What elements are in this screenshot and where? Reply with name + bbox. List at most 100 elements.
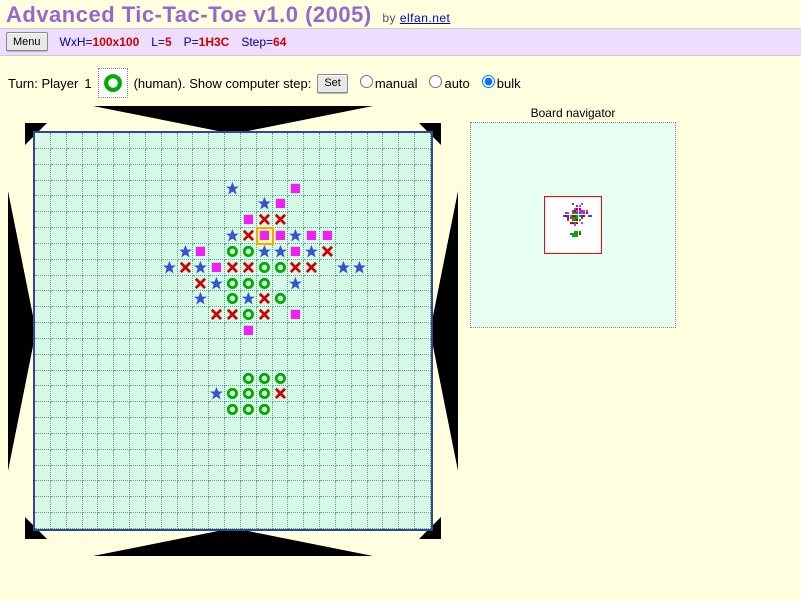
board-cell[interactable] (320, 418, 336, 434)
board-cell[interactable] (225, 291, 241, 307)
board-cell[interactable] (114, 466, 130, 482)
board-cell[interactable] (35, 434, 51, 450)
board-cell[interactable] (178, 402, 194, 418)
board-cell[interactable] (304, 244, 320, 260)
board-cell[interactable] (288, 244, 304, 260)
board-cell[interactable] (304, 371, 320, 387)
board-cell[interactable] (193, 291, 209, 307)
board-cell[interactable] (83, 291, 99, 307)
board-cell[interactable] (209, 133, 225, 149)
board-cell[interactable] (98, 481, 114, 497)
board-cell[interactable] (130, 466, 146, 482)
board-cell[interactable] (67, 212, 83, 228)
board-cell[interactable] (98, 291, 114, 307)
board-cell[interactable] (98, 339, 114, 355)
board-cell[interactable] (257, 386, 273, 402)
board-cell[interactable] (193, 244, 209, 260)
board-cell[interactable] (162, 371, 178, 387)
pan-down-arrow-icon[interactable] (93, 528, 373, 556)
board-cell[interactable] (273, 339, 289, 355)
board-cell[interactable] (83, 260, 99, 276)
board-cell[interactable] (383, 212, 399, 228)
board-cell[interactable] (225, 339, 241, 355)
board-cell[interactable] (415, 260, 431, 276)
board-cell[interactable] (273, 402, 289, 418)
board-cell[interactable] (257, 466, 273, 482)
board-cell[interactable] (225, 418, 241, 434)
board-cell[interactable] (146, 513, 162, 529)
board-cell[interactable] (368, 339, 384, 355)
mode-bulk-radio[interactable] (482, 75, 495, 88)
board-cell[interactable] (320, 339, 336, 355)
board-cell[interactable] (209, 212, 225, 228)
board-cell[interactable] (273, 323, 289, 339)
board-cell[interactable] (162, 481, 178, 497)
board-cell[interactable] (273, 260, 289, 276)
board-cell[interactable] (288, 466, 304, 482)
board-cell[interactable] (368, 196, 384, 212)
board-cell[interactable] (304, 355, 320, 371)
board-cell[interactable] (304, 291, 320, 307)
board-cell[interactable] (178, 434, 194, 450)
board-cell[interactable] (368, 355, 384, 371)
board-cell[interactable] (98, 323, 114, 339)
board-cell[interactable] (51, 386, 67, 402)
board-cell[interactable] (399, 228, 415, 244)
board-cell[interactable] (368, 386, 384, 402)
board-cell[interactable] (225, 276, 241, 292)
board-cell[interactable] (383, 260, 399, 276)
board-cell[interactable] (83, 149, 99, 165)
board-cell[interactable] (336, 402, 352, 418)
board-cell[interactable] (35, 212, 51, 228)
board-cell[interactable] (178, 497, 194, 513)
board-cell[interactable] (178, 196, 194, 212)
board-cell[interactable] (368, 402, 384, 418)
board-cell[interactable] (415, 497, 431, 513)
board-cell[interactable] (114, 307, 130, 323)
board-cell[interactable] (178, 228, 194, 244)
board-cell[interactable] (51, 481, 67, 497)
board-cell[interactable] (399, 418, 415, 434)
board-cell[interactable] (257, 228, 273, 244)
board-cell[interactable] (415, 196, 431, 212)
board-cell[interactable] (193, 513, 209, 529)
board-cell[interactable] (114, 181, 130, 197)
board-cell[interactable] (320, 434, 336, 450)
board-cell[interactable] (67, 181, 83, 197)
board-cell[interactable] (304, 434, 320, 450)
board-cell[interactable] (51, 355, 67, 371)
board-cell[interactable] (352, 276, 368, 292)
board-cell[interactable] (352, 149, 368, 165)
board-cell[interactable] (241, 339, 257, 355)
board-cell[interactable] (304, 339, 320, 355)
board-cell[interactable] (193, 339, 209, 355)
board-cell[interactable] (320, 212, 336, 228)
board-cell[interactable] (383, 196, 399, 212)
board-cell[interactable] (83, 481, 99, 497)
board-cell[interactable] (352, 228, 368, 244)
board-cell[interactable] (257, 497, 273, 513)
board-cell[interactable] (273, 228, 289, 244)
board-cell[interactable] (130, 181, 146, 197)
board-cell[interactable] (67, 244, 83, 260)
board-cell[interactable] (257, 276, 273, 292)
board-cell[interactable] (399, 355, 415, 371)
board-cell[interactable] (415, 371, 431, 387)
board-cell[interactable] (146, 402, 162, 418)
board-cell[interactable] (193, 323, 209, 339)
board-cell[interactable] (83, 181, 99, 197)
board-cell[interactable] (162, 339, 178, 355)
board-cell[interactable] (67, 434, 83, 450)
board-cell[interactable] (67, 307, 83, 323)
board-cell[interactable] (241, 402, 257, 418)
board-cell[interactable] (83, 402, 99, 418)
board-cell[interactable] (415, 481, 431, 497)
board-cell[interactable] (209, 149, 225, 165)
board-cell[interactable] (241, 450, 257, 466)
board-cell[interactable] (98, 450, 114, 466)
board-cell[interactable] (162, 386, 178, 402)
board-cell[interactable] (114, 450, 130, 466)
board-cell[interactable] (51, 450, 67, 466)
board-cell[interactable] (67, 196, 83, 212)
board-cell[interactable] (162, 418, 178, 434)
